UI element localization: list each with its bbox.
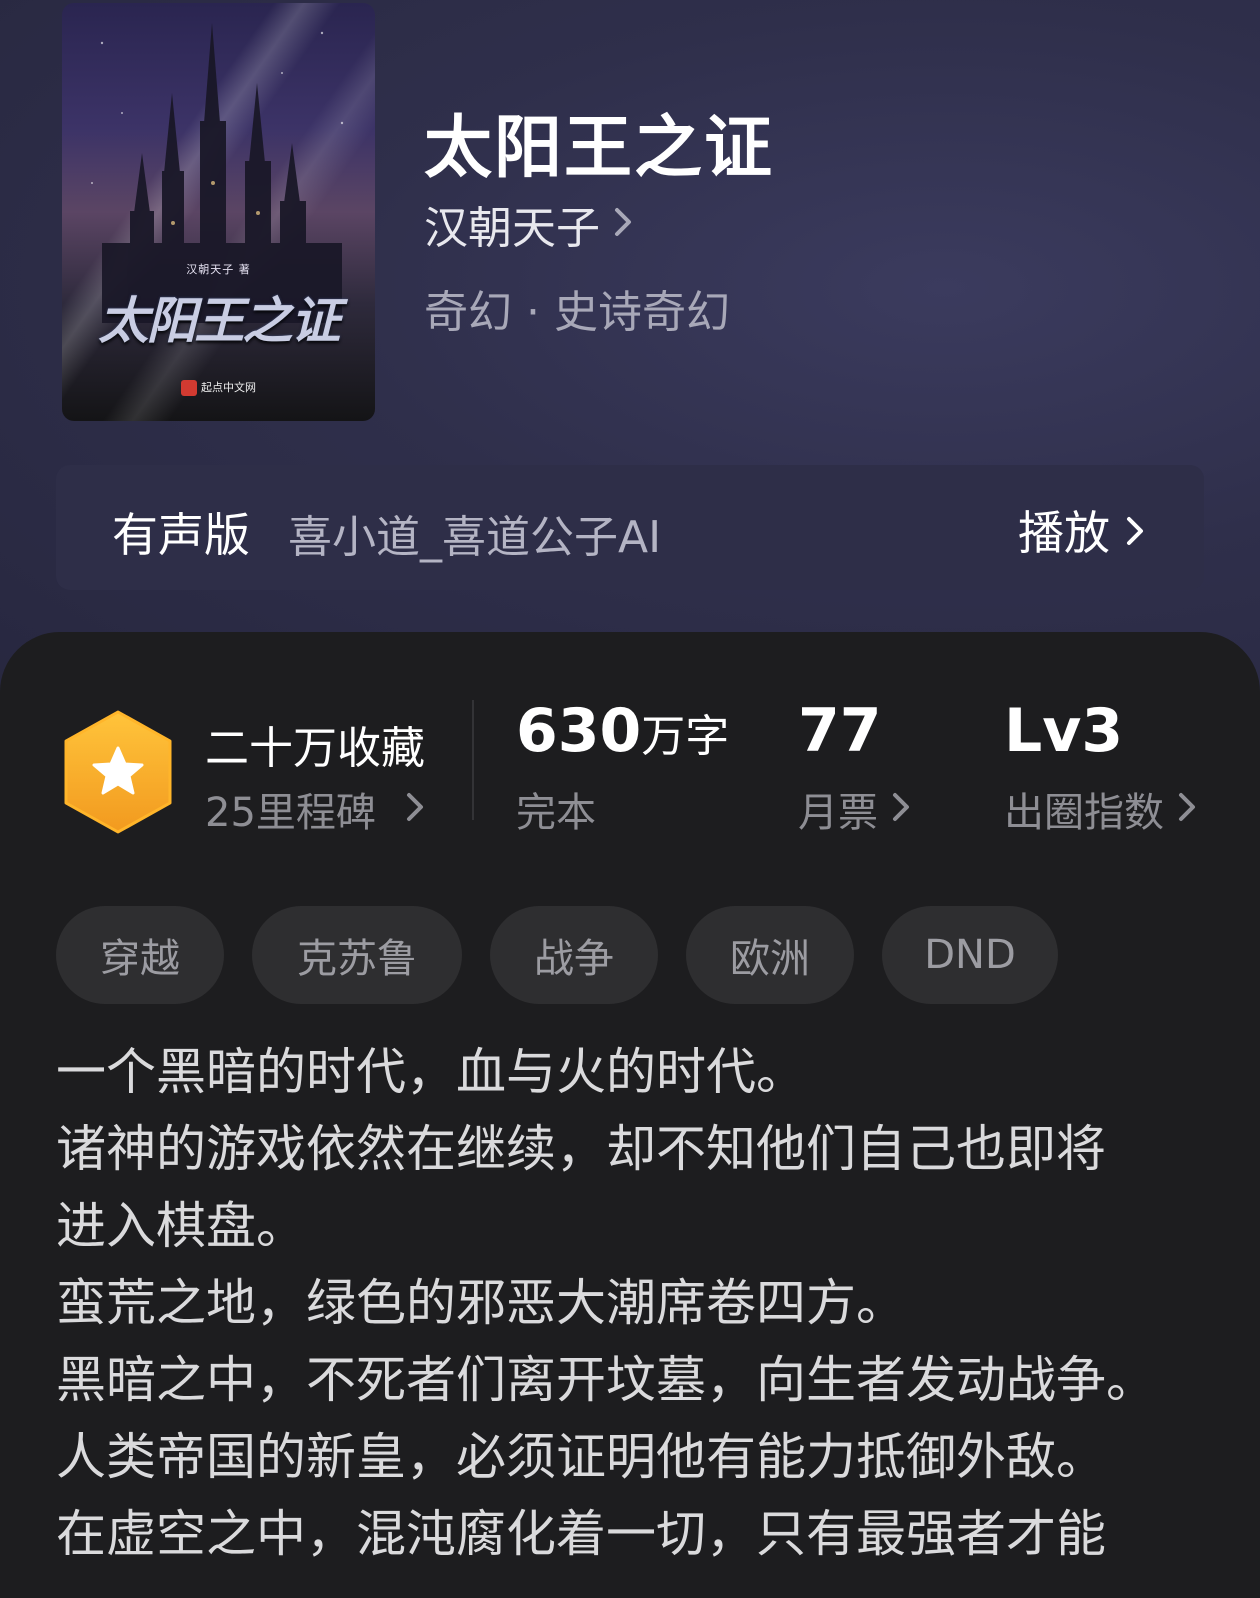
description-line: 在虚空之中，混沌腐化着一切，只有最强者才能 bbox=[56, 1505, 1106, 1563]
description-line: 黑暗之中，不死者们离开坟墓，向生者发动战争。 bbox=[56, 1351, 1156, 1409]
book-header: 汉朝天子 著 太阳王之证 起点中文网 太阳王之证 汉朝天子 奇幻 · 史诗奇幻 … bbox=[0, 0, 1260, 720]
cover-title-text: 太阳王之证 bbox=[98, 291, 341, 350]
tag-chip[interactable]: 克苏鲁 bbox=[252, 906, 462, 1004]
tag-chip[interactable]: 穿越 bbox=[56, 906, 224, 1004]
book-cover[interactable]: 汉朝天子 著 太阳王之证 起点中文网 bbox=[62, 3, 375, 421]
author-link[interactable]: 汉朝天子 bbox=[424, 196, 632, 254]
book-title: 太阳王之证 bbox=[424, 108, 775, 188]
chevron-right-icon bbox=[1178, 786, 1196, 832]
stats-divider bbox=[472, 700, 474, 820]
monthly-votes-value: 77 bbox=[798, 696, 882, 766]
description-line: 人类帝国的新皇，必须证明他有能力抵御外敌。 bbox=[56, 1428, 1106, 1486]
book-genre[interactable]: 奇幻 · 史诗奇幻 bbox=[424, 276, 730, 340]
monthly-votes-link[interactable]: 月票 bbox=[798, 780, 910, 838]
cover-publisher-text: 起点中文网 bbox=[201, 381, 256, 394]
tag-chip[interactable]: DND bbox=[882, 906, 1058, 1004]
star-badge-icon[interactable] bbox=[62, 710, 174, 838]
cover-author-text: 汉朝天子 著 bbox=[186, 263, 251, 276]
tag-chip[interactable]: 欧洲 bbox=[686, 906, 854, 1004]
milestones-label: 25里程碑 bbox=[205, 790, 376, 836]
description-line: 进入棋盘。 bbox=[56, 1197, 306, 1255]
breakout-index-link[interactable]: 出圈指数 bbox=[1004, 780, 1196, 838]
book-description[interactable]: 一个黑暗的时代，血与火的时代。 诸神的游戏依然在继续，却不知他们自己也即将 进入… bbox=[56, 1034, 1216, 1573]
completion-status: 完本 bbox=[516, 790, 596, 836]
word-count-unit: 万字 bbox=[641, 711, 730, 762]
audiobook-bar[interactable]: 有声版 喜小道_喜道公子AI 播放 bbox=[56, 465, 1204, 590]
description-line: 一个黑暗的时代，血与火的时代。 bbox=[56, 1043, 806, 1101]
publisher-logo-icon bbox=[181, 380, 197, 396]
cover-publisher: 起点中文网 bbox=[62, 379, 375, 396]
chevron-right-icon bbox=[892, 786, 910, 832]
monthly-votes-label: 月票 bbox=[798, 790, 878, 836]
play-button[interactable]: 播放 bbox=[1018, 497, 1144, 563]
chevron-right-icon bbox=[406, 786, 424, 832]
word-count-value: 630万字 bbox=[516, 696, 730, 766]
breakout-index-label: 出圈指数 bbox=[1004, 790, 1164, 836]
chevron-right-icon bbox=[1126, 503, 1144, 557]
favorites-count[interactable]: 二十万收藏 bbox=[205, 712, 425, 776]
audiobook-narrator: 喜小道_喜道公子AI bbox=[288, 512, 662, 563]
play-label: 播放 bbox=[1018, 506, 1110, 560]
book-details-panel: 二十万收藏 25里程碑 630万字 完本 77 月票 Lv3 出圈指数 穿越 克… bbox=[0, 632, 1260, 1598]
description-line: 诸神的游戏依然在继续，却不知他们自己也即将 bbox=[56, 1120, 1106, 1178]
author-name: 汉朝天子 bbox=[424, 203, 600, 254]
audiobook-label: 有声版 bbox=[112, 508, 250, 562]
castle-illustration bbox=[91, 23, 344, 323]
chevron-right-icon bbox=[614, 207, 632, 241]
description-line: 蛮荒之地，绿色的邪恶大潮席卷四方。 bbox=[56, 1274, 906, 1332]
tag-chip[interactable]: 战争 bbox=[490, 906, 658, 1004]
milestones-link[interactable]: 25里程碑 bbox=[205, 780, 424, 838]
breakout-index-value: Lv3 bbox=[1004, 696, 1124, 766]
